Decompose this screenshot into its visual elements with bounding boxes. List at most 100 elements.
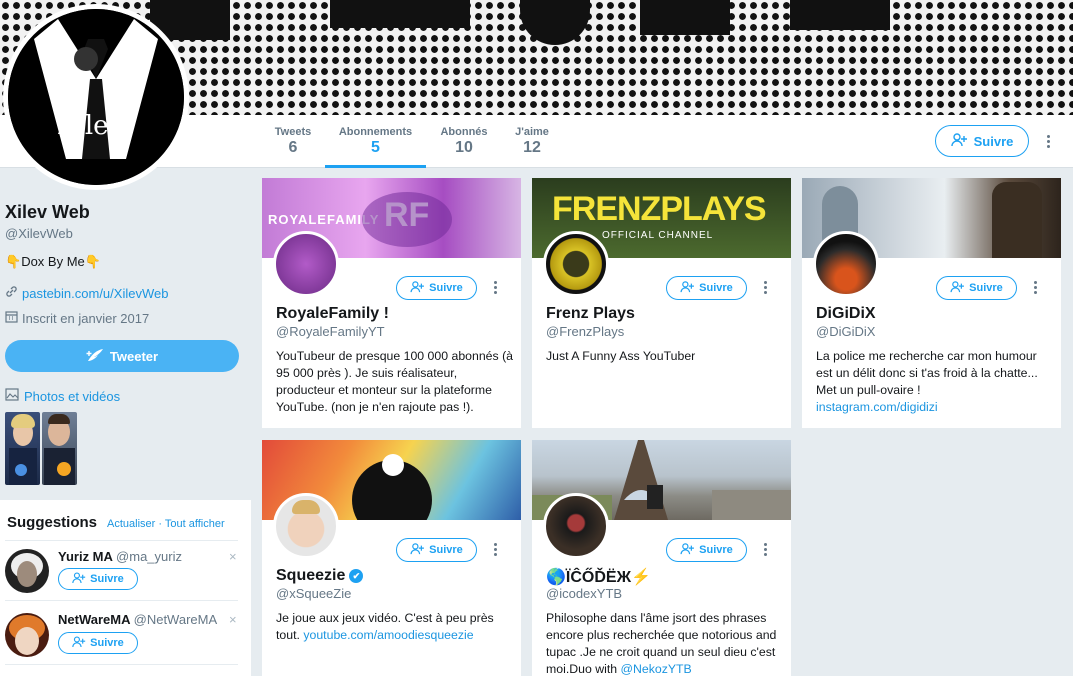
photos-label: Photos et vidéos [24,388,121,404]
card-name[interactable]: DiGiDiX [816,305,876,323]
follow-label: Suivre [429,282,463,294]
card-name[interactable]: 🌎ÏĈŐĎЁЖ⚡ [546,567,651,587]
view-all-link[interactable]: Tout afficher [165,518,225,530]
tweet-button[interactable]: Tweeter [5,340,239,372]
follow-button[interactable]: Suivre [396,276,477,300]
more-options-icon[interactable] [764,281,768,296]
suggestion-handle: @ma_yuriz [116,549,182,564]
bio-text: La police me recherche car mon humour es… [816,349,1038,397]
user-card[interactable]: Suivre 🌎ÏĈŐĎЁЖ⚡ @icodexYTB Philosophe da… [532,440,791,676]
card-handle: @xSqueeZie [276,586,352,601]
more-options-icon[interactable] [494,543,498,558]
profile-avatar[interactable]: Xilev [3,4,189,190]
card-avatar[interactable] [543,231,609,297]
verified-badge-icon: ✔ [349,569,364,583]
pointing-down-icon: 👇 [84,254,101,269]
tab-count: 5 [371,139,380,156]
tab-label: Tweets [274,126,312,138]
avatar[interactable] [5,613,49,657]
suit-logo-icon [8,9,184,185]
tab-following[interactable]: Abonnements 5 [325,115,426,168]
user-card[interactable]: Suivre DiGiDiX @DiGiDiX La police me rec… [802,178,1061,428]
pointing-down-icon: 👇 [5,254,22,269]
card-bio: La police me recherche car mon humour es… [816,348,1054,416]
user-card[interactable]: Suivre Squeezie ✔ @xSqueeZie Je joue aux… [262,440,521,676]
tab-label: Abonnés [440,126,488,138]
suggestion-name[interactable]: NetWareMA @NetWareMA [58,612,217,627]
divider [5,600,238,601]
card-avatar[interactable] [273,231,339,297]
tab-count: 12 [523,139,541,156]
follow-label: Suivre [699,282,733,294]
profile-url[interactable]: pastebin.com/u/XilevWeb [5,285,168,301]
follow-profile-button[interactable]: Suivre [935,125,1029,157]
avatar-text: Xilev [58,111,124,141]
profile-name: Xilev Web [5,202,90,222]
follow-button[interactable]: Suivre [666,538,747,562]
tab-tweets[interactable]: Tweets 6 [266,115,320,168]
add-user-icon [72,635,86,651]
card-bio: Philosophe dans l'âme jsort des phrases … [546,610,784,676]
photo-thumbnail[interactable] [5,412,40,485]
tab-followers[interactable]: Abonnés 10 [436,115,492,168]
suggestion-follow-button[interactable]: Suivre [58,632,138,654]
follow-label: Suivre [969,282,1003,294]
tab-label: J'aime [515,126,549,138]
refresh-link[interactable]: Actualiser [107,518,155,530]
more-options-icon[interactable] [1047,135,1051,150]
joined-text: Inscrit en janvier 2017 [22,310,150,326]
suggestion-display-name: NetWareMA [58,612,130,627]
tweet-label: Tweeter [109,348,159,364]
tab-likes[interactable]: J'aime 12 [509,115,555,168]
quill-icon [86,348,104,365]
tab-count: 6 [288,139,298,156]
photo-thumbnail[interactable] [42,412,77,485]
card-bio: YouTubeur de presque 100 000 abonnés (à … [276,349,514,414]
follow-label: Suivre [699,544,733,556]
follow-label: Suivre [90,637,124,649]
suggestions-title: Suggestions [7,514,98,531]
follow-button[interactable]: Suivre [396,538,477,562]
card-bio: Je joue aux jeux vidéo. C'est à peu près… [276,610,514,644]
bio-link[interactable]: @NekozYTB [621,662,692,676]
dismiss-suggestion-button[interactable]: × [229,612,237,627]
banner-text: FRENZPLAYS [552,190,767,228]
follow-label: Suivre [90,573,124,585]
more-options-icon[interactable] [494,281,498,296]
display-name: RoyaleFamily ! [276,305,389,322]
suggestion-handle: @NetWareMA [133,612,218,627]
card-avatar[interactable] [813,231,879,297]
divider [5,664,238,665]
display-name: Squeezie [276,567,346,584]
tab-label: Abonnements [338,126,413,138]
user-card[interactable]: FRENZPLAYS OFFICIAL CHANNEL Suivre Frenz… [532,178,791,428]
card-name[interactable]: Frenz Plays [546,305,635,323]
dismiss-suggestion-button[interactable]: × [229,549,237,564]
more-options-icon[interactable] [764,543,768,558]
card-name[interactable]: RoyaleFamily ! [276,305,389,323]
display-name: DiGiDiX [816,305,876,322]
user-card[interactable]: ROYALEFAMILY RF Suivre RoyaleFamily ! @R… [262,178,521,428]
link-icon [5,285,18,301]
image-icon [5,388,19,404]
separator: · [158,518,163,530]
add-user-icon [950,132,968,150]
suggestion-follow-button[interactable]: Suivre [58,568,138,590]
follow-label: Suivre [973,133,1014,149]
url-text[interactable]: pastebin.com/u/XilevWeb [22,286,168,301]
card-avatar[interactable] [273,493,339,559]
card-handle: @icodexYTB [546,586,623,601]
follow-label: Suivre [429,544,463,556]
card-name[interactable]: Squeezie ✔ [276,567,364,585]
suggestion-name[interactable]: Yuriz MA @ma_yuriz [58,549,182,564]
follow-button[interactable]: Suivre [936,276,1017,300]
display-name: 🌎ÏĈŐĎЁЖ⚡ [546,569,652,586]
banner-subtitle: OFFICIAL CHANNEL [602,230,714,241]
avatar[interactable] [5,549,49,593]
bio-link[interactable]: youtube.com/amoodiesqueezie [303,628,473,642]
bio-link[interactable]: instagram.com/digidizi [816,400,938,414]
photos-videos-link[interactable]: Photos et vidéos [5,388,120,404]
card-avatar[interactable] [543,493,609,559]
follow-button[interactable]: Suivre [666,276,747,300]
more-options-icon[interactable] [1034,281,1038,296]
